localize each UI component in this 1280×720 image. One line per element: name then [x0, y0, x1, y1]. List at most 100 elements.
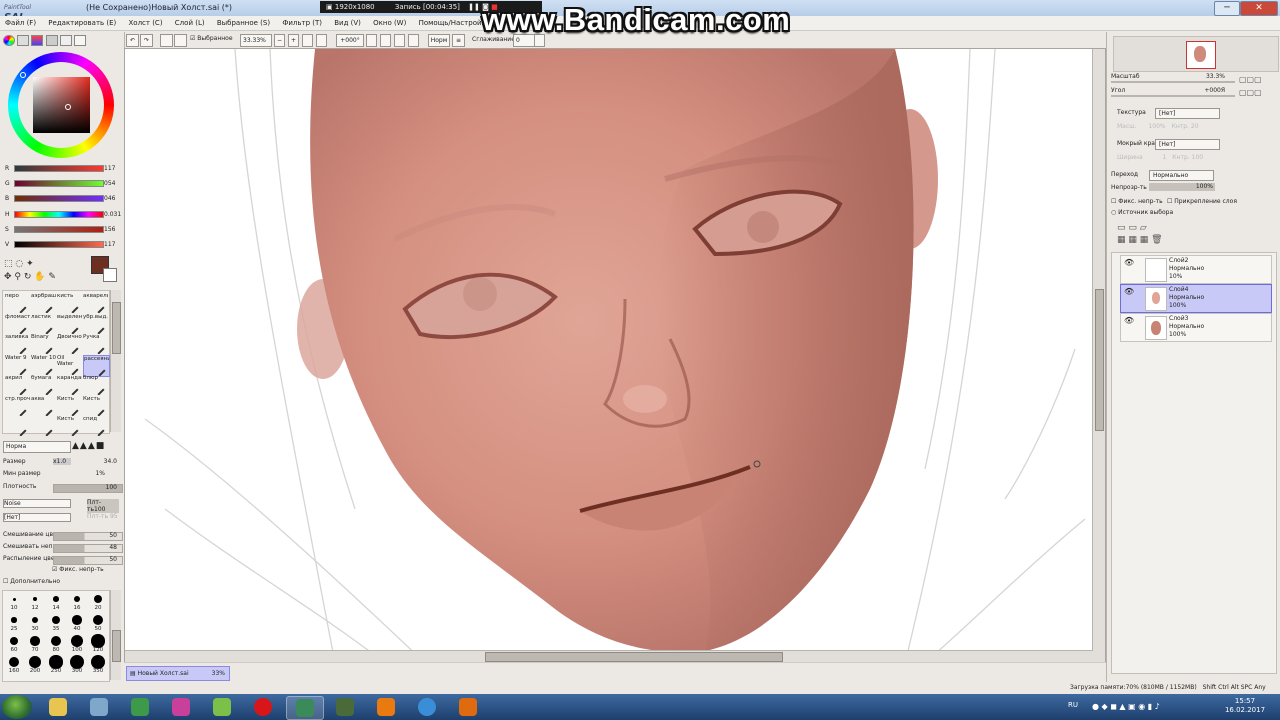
rotate-reset-button[interactable] — [394, 34, 405, 47]
brush-tool-7[interactable]: убр.выд. — [83, 314, 108, 334]
start-button[interactable] — [2, 695, 32, 719]
brush-size-dot[interactable] — [8, 656, 20, 668]
blend-dropdown-icon[interactable]: ≡ — [452, 34, 465, 47]
eye-icon[interactable]: 👁 — [1124, 317, 1134, 325]
brush-tool-20[interactable]: стр.прочее — [5, 396, 30, 416]
new-vector-layer-icon[interactable]: ▭ — [1128, 223, 1137, 233]
tray-icons[interactable]: ● ◆ ◼ ▲ ▣ ◉ ▮ ♪ — [1092, 702, 1212, 712]
menu-filter[interactable]: Фильтр (T) — [277, 16, 327, 30]
brush-tool-27[interactable]: спид — [83, 416, 108, 436]
selection-checkbox[interactable]: ☑ Выбранное — [190, 35, 233, 42]
size-grid-scrollbar[interactable] — [110, 590, 121, 680]
brush-size-dot[interactable] — [50, 635, 62, 647]
taskbar-opera-icon[interactable] — [245, 696, 281, 718]
canvas-viewport[interactable] — [124, 48, 1106, 664]
navigator-preview[interactable] — [1113, 36, 1279, 72]
brush-size-dot[interactable] — [91, 634, 105, 648]
move-icon[interactable]: ✥ — [4, 272, 12, 282]
brush-size-dot[interactable] — [51, 615, 61, 625]
brush-tool-14[interactable]: Oil Water — [57, 355, 82, 375]
wet-edge-select[interactable]: [Нет] — [1155, 139, 1220, 150]
taskbar-sai-green-icon[interactable] — [122, 696, 158, 718]
menu-edit[interactable]: Редактировать (E) — [43, 16, 121, 30]
keep-opacity-layer[interactable]: ☐ Фикс. непр-ть — [1111, 198, 1163, 205]
brush-shape-icons[interactable]: ▲▲▲■ — [72, 442, 120, 451]
brush-tool-1[interactable]: аэрбраш — [31, 293, 56, 313]
b-slider[interactable] — [14, 195, 104, 202]
flip-button[interactable] — [408, 34, 419, 47]
brush-tool-25[interactable] — [31, 416, 56, 436]
lasso-icon[interactable]: ◌ — [15, 259, 23, 269]
r-slider[interactable] — [14, 165, 104, 172]
brush-tool-12[interactable]: Water 9 — [5, 355, 30, 375]
menu-canvas[interactable]: Холст (C) — [124, 16, 168, 30]
brush-tool-8[interactable]: заливка — [5, 334, 30, 354]
invert-selection-button[interactable] — [174, 34, 187, 47]
brush-size-dot[interactable] — [49, 655, 63, 669]
brush-tool-10[interactable]: Двоичное — [57, 334, 82, 354]
zoom-field[interactable]: 33.33% — [240, 34, 272, 47]
brush-tool-16[interactable]: акрил — [5, 375, 30, 395]
brush-size-dot[interactable] — [29, 656, 41, 668]
nav-zoom-value[interactable]: 33.3% — [1206, 73, 1225, 80]
taskbar-explorer-icon[interactable] — [40, 696, 76, 718]
angle-slider[interactable] — [1111, 95, 1235, 97]
layer-item-selected[interactable]: 👁 Слой4 Нормально 100% — [1120, 284, 1272, 313]
taskbar-firefox-icon[interactable] — [450, 696, 486, 718]
layer-item[interactable]: 👁 Слой2 Нормально 10% — [1120, 255, 1272, 284]
hand-tool-icon[interactable]: ✋ — [34, 272, 45, 282]
shape-select[interactable]: [Нет] — [3, 513, 71, 522]
brush-size-dot[interactable] — [11, 617, 17, 623]
close-button[interactable]: ✕ — [1240, 1, 1278, 16]
clear-layer-icon[interactable]: ▦ — [1140, 235, 1149, 245]
v-slider[interactable] — [14, 241, 104, 248]
brush-tool-0[interactable]: перо — [5, 293, 30, 313]
selection-source-check[interactable]: ○ Источник выбора — [1111, 209, 1173, 216]
brush-size-dot[interactable] — [91, 655, 105, 669]
menu-file[interactable]: Файл (F) — [0, 16, 41, 30]
brush-tool-24[interactable] — [5, 416, 30, 436]
swatch-tab-icon[interactable] — [59, 35, 72, 46]
brush-tool-19[interactable]: блюр — [83, 375, 108, 395]
brush-tool-15[interactable]: рассеяние — [83, 354, 110, 377]
minimize-button[interactable]: ─ — [1214, 1, 1240, 16]
eye-icon[interactable]: 👁 — [1124, 288, 1134, 296]
rgb-tab-icon[interactable] — [17, 35, 30, 46]
texture-select[interactable]: [Нет] — [1155, 108, 1220, 119]
redo-button[interactable]: ↷ — [140, 34, 153, 47]
brush-tool-9[interactable]: Binary — [31, 334, 56, 354]
v-value[interactable]: 117 — [104, 241, 115, 248]
palette-tab-icon[interactable] — [45, 35, 58, 46]
merge-down-icon[interactable]: ▦ — [1128, 235, 1137, 245]
g-value[interactable]: 054 — [104, 180, 115, 187]
blend-mode-field[interactable]: Норм — [428, 34, 450, 47]
zoom-reset-button[interactable] — [302, 34, 313, 47]
s-slider[interactable] — [14, 226, 104, 233]
saturation-value-square[interactable] — [33, 77, 90, 133]
taskbar-settings-icon[interactable] — [81, 696, 117, 718]
taskbar-sai-leaf-icon[interactable] — [204, 696, 240, 718]
brush-tool-22[interactable]: Кисть — [57, 396, 82, 416]
tool-grid-scrollbar[interactable] — [110, 290, 121, 432]
brush-size-dot[interactable] — [72, 615, 82, 625]
brush-tool-17[interactable]: бумага — [31, 375, 56, 395]
taskbar-winword-icon[interactable] — [163, 696, 199, 718]
b-value[interactable]: 046 — [104, 195, 115, 202]
brush-tool-21[interactable]: аква — [31, 396, 56, 416]
new-layer-icon[interactable]: ▭ — [1117, 223, 1126, 233]
zoom-in-button[interactable]: + — [288, 34, 299, 47]
brush-size-dot[interactable] — [30, 636, 40, 646]
marquee-icon[interactable]: ⬚ — [4, 259, 13, 269]
layer-blend-select[interactable]: Нормально — [1149, 170, 1214, 181]
brush-size-dot[interactable] — [71, 635, 83, 647]
eyedropper-icon[interactable]: ✎ — [48, 272, 56, 282]
brush-size-dot[interactable] — [73, 595, 81, 603]
brush-tool-13[interactable]: Water 10 — [31, 355, 56, 375]
clock[interactable]: 15:57 16.02.2017 — [1222, 697, 1268, 715]
menu-layer[interactable]: Слой (L) — [170, 16, 210, 30]
eye-icon[interactable]: 👁 — [1124, 259, 1134, 267]
nav-angle-value[interactable]: +000Я — [1204, 87, 1225, 94]
layer-action-icons[interactable]: ▭ ▭ ▱ ▦ ▦ ▦ 🗑 — [1117, 222, 1267, 246]
deselect-button[interactable] — [160, 34, 173, 47]
brush-tool-4[interactable]: фломастер — [5, 314, 30, 334]
